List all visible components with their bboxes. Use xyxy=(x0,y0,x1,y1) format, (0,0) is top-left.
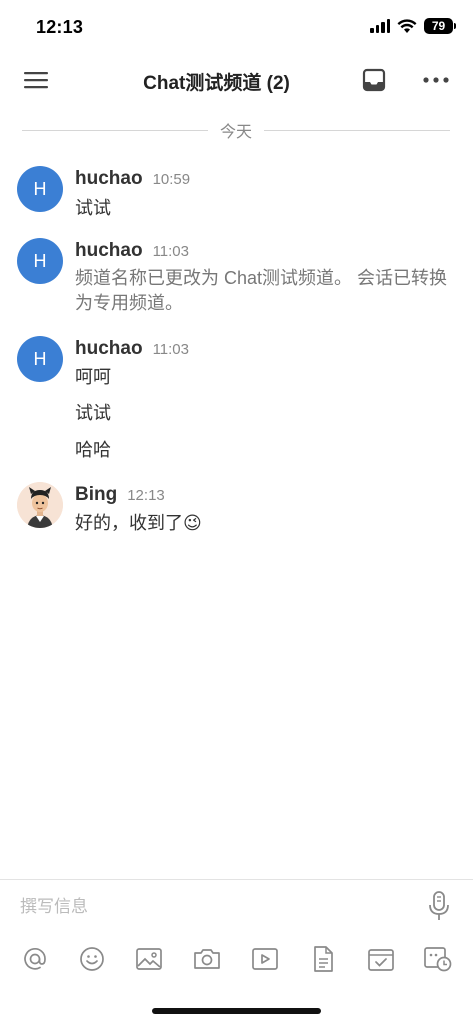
message-header: huchao 11:03 xyxy=(75,240,189,262)
avatar[interactable]: H xyxy=(17,166,63,212)
nav-bar: Chat测试频道 (2) xyxy=(0,56,473,104)
home-indicator xyxy=(152,1008,321,1014)
message-text: 试试 xyxy=(75,198,111,218)
file-icon[interactable] xyxy=(308,944,338,974)
divider-line xyxy=(22,129,208,131)
avatar[interactable] xyxy=(17,482,63,528)
image-icon[interactable] xyxy=(134,944,164,974)
message-text: 呵呵 xyxy=(75,367,111,387)
camera-icon[interactable] xyxy=(192,944,222,974)
avatar[interactable]: H xyxy=(17,238,63,284)
emoji-icon[interactable] xyxy=(77,944,107,974)
more-options-icon[interactable] xyxy=(420,64,452,96)
hamburger-menu-icon[interactable] xyxy=(20,64,52,96)
status-bar: 12:13 79 xyxy=(0,0,473,54)
schedule-icon[interactable] xyxy=(423,944,453,974)
sender-name[interactable]: huchao xyxy=(75,240,143,262)
date-label: 今天 xyxy=(220,124,253,141)
date-divider: 今天 xyxy=(22,118,451,142)
page-title: Chat测试频道 (2) xyxy=(143,73,290,94)
message-text: 好的，收到了😉 xyxy=(75,513,202,533)
message-time: 10:59 xyxy=(152,171,191,188)
composer-divider xyxy=(0,879,473,880)
system-message-text: 频道名称已更改为 Chat测试频道。 会话已转换为专用频道。 xyxy=(75,268,448,313)
video-icon[interactable] xyxy=(250,944,280,974)
message-time: 12:13 xyxy=(127,487,165,504)
message-header: huchao 11:03 xyxy=(75,338,189,360)
microphone-icon[interactable] xyxy=(427,890,451,922)
message-text: 试试 xyxy=(75,403,111,423)
status-icons: 79 xyxy=(370,18,456,34)
inbox-icon[interactable] xyxy=(358,64,390,96)
message-header: Bing 12:13 xyxy=(75,484,165,506)
sender-name[interactable]: Bing xyxy=(75,484,117,506)
message-time: 11:03 xyxy=(152,243,189,260)
user-avatar-icon xyxy=(17,482,63,528)
battery-indicator: 79 xyxy=(424,18,456,34)
message-header: huchao 10:59 xyxy=(75,168,190,190)
message-time: 11:03 xyxy=(152,341,189,358)
message-input[interactable] xyxy=(20,893,400,921)
status-time: 12:13 xyxy=(36,17,84,37)
composer-toolbar xyxy=(0,944,473,976)
avatar[interactable]: H xyxy=(17,336,63,382)
sender-name[interactable]: huchao xyxy=(75,168,143,190)
message-text: 哈哈 xyxy=(75,440,111,460)
wifi-icon xyxy=(397,18,417,33)
sender-name[interactable]: huchao xyxy=(75,338,143,360)
at-mention-icon[interactable] xyxy=(20,944,50,974)
task-icon[interactable] xyxy=(366,944,396,974)
divider-line xyxy=(264,129,451,131)
cellular-signal-icon xyxy=(370,19,390,33)
